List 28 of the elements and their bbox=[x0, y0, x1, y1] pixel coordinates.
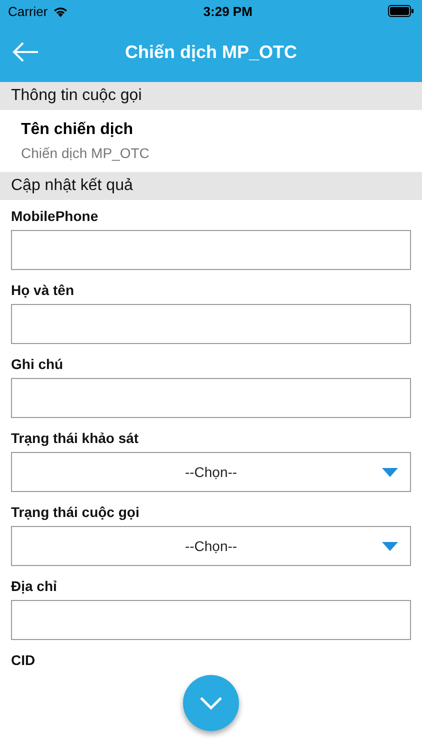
clock-time: 3:29 PM bbox=[203, 4, 252, 18]
chevron-down-icon bbox=[199, 696, 223, 710]
field-label: MobilePhone bbox=[11, 207, 100, 226]
wifi-icon bbox=[52, 6, 68, 16]
field-label: Trạng thái cuộc gọi bbox=[11, 503, 140, 522]
back-button[interactable] bbox=[12, 42, 40, 62]
info-label: Tên chiến dịch bbox=[21, 121, 134, 139]
field-label: CID bbox=[11, 651, 36, 670]
field-label: Địa chỉ bbox=[11, 577, 58, 596]
arrow-left-icon bbox=[12, 42, 40, 62]
dropdown[interactable]: --Chọn-- bbox=[11, 452, 411, 492]
section-header: Cập nhật kết quả bbox=[0, 172, 422, 200]
field-label: Trạng thái khảo sát bbox=[11, 429, 140, 448]
info-value: Chiến dịch MP_OTC bbox=[21, 145, 150, 161]
section-header: Thông tin cuộc gọi bbox=[0, 82, 422, 110]
input-field[interactable] bbox=[11, 378, 411, 418]
scroll-down-button[interactable] bbox=[183, 675, 239, 731]
input-field[interactable] bbox=[11, 600, 411, 640]
battery-icon bbox=[388, 5, 414, 17]
field-label: Ghi chú bbox=[11, 355, 64, 374]
dropdown[interactable]: --Chọn-- bbox=[11, 526, 411, 566]
screen-title: Chiến dịch MP_OTC bbox=[124, 42, 297, 62]
caret-icon bbox=[382, 542, 398, 552]
caret-icon bbox=[382, 468, 398, 478]
carrier-label: Carrier bbox=[8, 4, 48, 18]
input-field[interactable] bbox=[11, 304, 411, 344]
field-label: Họ và tên bbox=[11, 281, 76, 300]
input-field[interactable] bbox=[11, 230, 411, 270]
